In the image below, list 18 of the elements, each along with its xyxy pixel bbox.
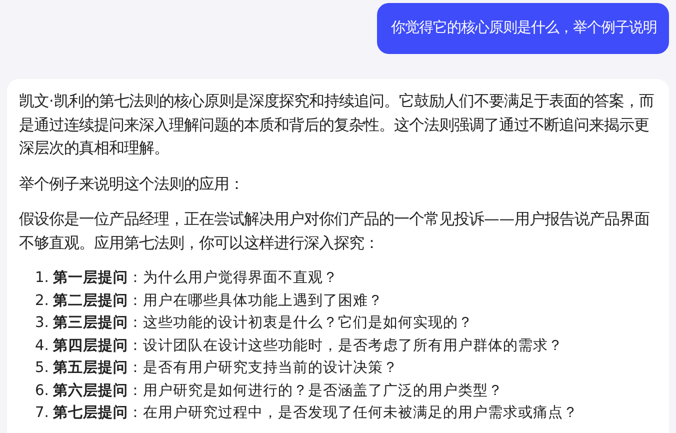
list-item-text: 第五层提问：是否有用户研究支持当前的设计决策？ <box>53 358 398 378</box>
reply-paragraph: 假设你是一位产品经理，正在尝试解决用户对你们产品的一个常见投诉——用户报告说产品界面不够直观。应用第七法则，你可以这样进行深入探究： <box>19 209 651 254</box>
user-message: 你觉得它的核心原则是什么，举个例子说明 <box>377 3 669 54</box>
list-item-text: 第二层提问：用户在哪些具体功能上遇到了困难？ <box>53 290 383 310</box>
list-number: 1. <box>35 268 50 288</box>
reply-paragraph: 举个例子来说明这个法则的应用： <box>19 174 245 194</box>
list-item-text: 第四层提问：设计团队在设计这些功能时，是否考虑了所有用户群体的需求？ <box>53 336 563 356</box>
list-number: 6. <box>35 380 50 400</box>
list-number: 3. <box>35 313 50 333</box>
reply-paragraph: 凯文·凯利的第七法则的核心原则是深度探究和持续追问。它鼓励人们不要满足于表面的答案，而是通过连续提问来深入理解问题的本质和背后的复杂性。这个法则强调了通过不断追问来揭示更深层次的真相和理解。 <box>19 91 655 159</box>
list-item-text: 第七层提问：在用户研究过程中，是否发现了任何未被满足的用户需求或痛点？ <box>53 403 578 423</box>
list-item-text: 第一层提问：为什么用户觉得界面不直观？ <box>53 268 338 288</box>
list-number: 2. <box>35 290 50 310</box>
list-item-text: 第六层提问：用户研究是如何进行的？是否涵盖了广泛的用户类型？ <box>53 380 503 400</box>
list-number: 7. <box>35 403 50 423</box>
list-item-text: 第三层提问：这些功能的设计初衷是什么？它们是如何实现的？ <box>53 313 473 333</box>
list-number: 4. <box>35 336 50 356</box>
list-number: 5. <box>35 358 50 378</box>
